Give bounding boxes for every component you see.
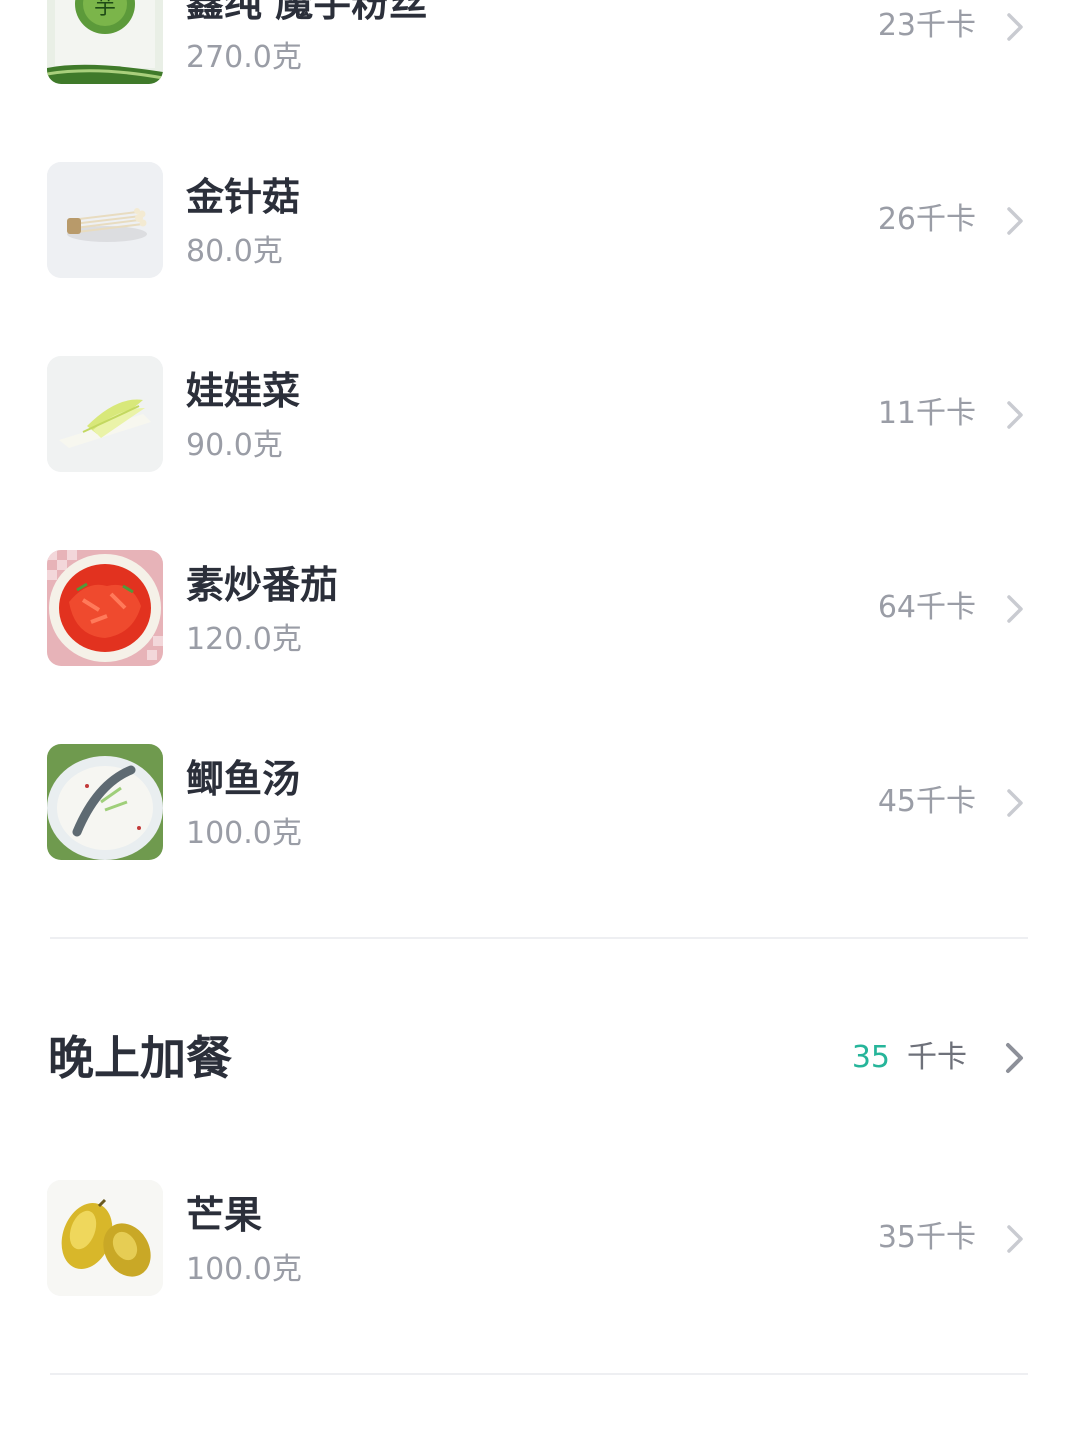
konjac-noodles-thumbnail: 芋 [47,0,163,84]
fish-soup-thumbnail [47,744,163,860]
food-item-fish-soup[interactable]: 鲫鱼汤 100.0克 45千卡 [0,744,1080,860]
food-calories: 23千卡 [877,8,976,43]
food-weight: 80.0克 [186,234,283,269]
food-weight: 90.0克 [186,428,283,463]
food-name: 鲫鱼汤 [186,757,301,801]
food-weight: 100.0克 [186,1252,302,1287]
food-item-enoki[interactable]: 金针菇 80.0克 26千卡 [0,162,1080,278]
food-weight: 100.0克 [186,816,302,851]
food-calories: 11千卡 [877,396,976,431]
mango-thumbnail [47,1180,163,1296]
food-name: 芒果 [186,1193,263,1237]
chevron-right-icon [1003,594,1027,624]
section-divider [50,937,1028,939]
chevron-right-icon [1003,12,1027,42]
meal-header-evening-snack[interactable]: 晚上加餐 35 千卡 [0,1026,1080,1090]
food-name: 素炒番茄 [186,563,339,607]
food-weight: 270.0克 [186,40,302,75]
section-divider [50,1373,1028,1375]
food-name: 娃娃菜 [186,369,301,413]
chevron-right-icon [1003,1042,1027,1078]
chevron-right-icon [1003,788,1027,818]
meal-title: 晚上加餐 [48,1031,232,1085]
food-weight: 120.0克 [186,622,302,657]
food-calories: 35千卡 [877,1220,976,1255]
chevron-right-icon [1003,206,1027,236]
meal-total-calories: 35 [851,1040,890,1075]
food-item-stir-fried-tomato[interactable]: 素炒番茄 120.0克 64千卡 [0,550,1080,666]
baby-cabbage-thumbnail [47,356,163,472]
stir-fried-tomato-thumbnail [47,550,163,666]
food-calories: 45千卡 [877,784,976,819]
food-name: 金针菇 [186,175,301,219]
chevron-right-icon [1003,400,1027,430]
food-item-konjac-noodles[interactable]: 芋 鑫纯 魔芋粉丝 270.0克 23千卡 [0,0,1080,84]
food-calories: 26千卡 [877,202,976,237]
food-item-mango[interactable]: 芒果 100.0克 35千卡 [0,1180,1080,1296]
meal-calorie-unit: 千卡 [907,1040,967,1075]
food-item-baby-cabbage[interactable]: 娃娃菜 90.0克 11千卡 [0,356,1080,472]
chevron-right-icon [1003,1224,1027,1254]
food-calories: 64千卡 [877,590,976,625]
svg-text:芋: 芋 [94,0,116,20]
food-name: 鑫纯 魔芋粉丝 [186,0,428,25]
enoki-mushroom-thumbnail [47,162,163,278]
